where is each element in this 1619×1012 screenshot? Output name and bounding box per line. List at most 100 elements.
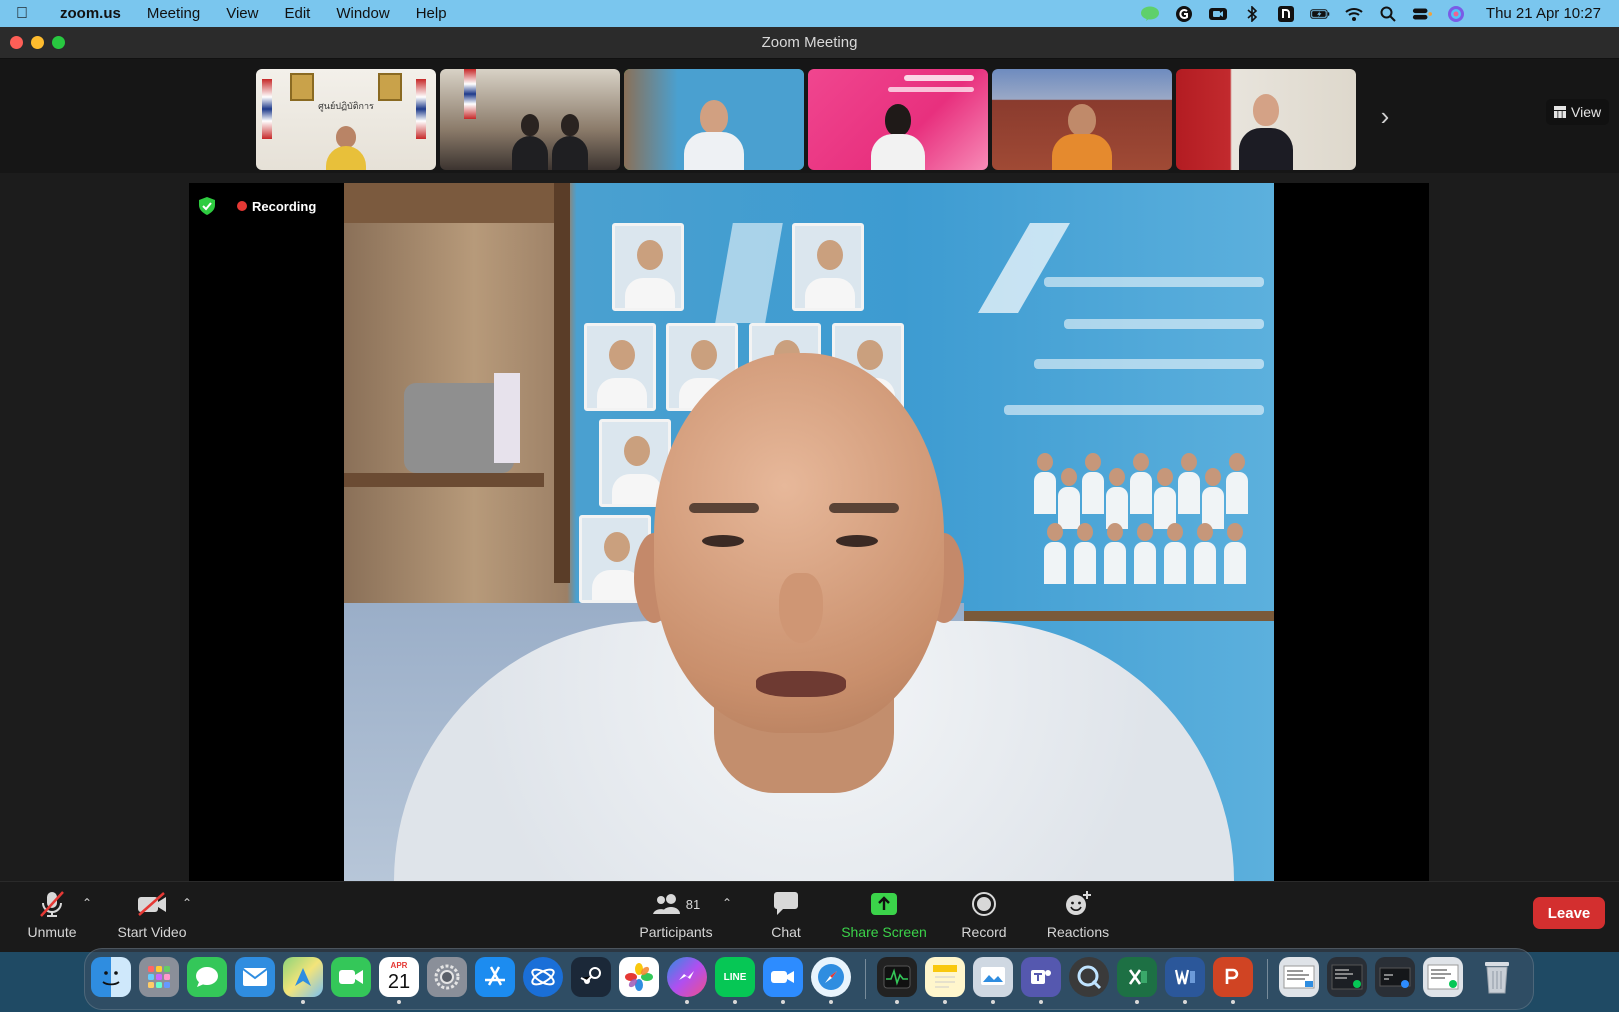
video-options-caret-icon[interactable]: ⌃: [182, 896, 192, 910]
dock-separator: [1267, 959, 1268, 999]
running-indicator: [781, 1000, 785, 1004]
steam-icon[interactable]: [571, 957, 611, 997]
zoom-app-icon[interactable]: [763, 957, 803, 997]
video-off-icon: [136, 888, 168, 920]
record-icon: [971, 888, 997, 920]
participant-thumbnail[interactable]: [1176, 69, 1356, 170]
menu-window[interactable]: Window: [323, 5, 402, 22]
line-status-icon[interactable]: [1140, 6, 1160, 22]
spotlight-search-icon[interactable]: [1378, 6, 1398, 22]
participants-options-caret-icon[interactable]: ⌃: [722, 896, 732, 910]
reactions-button[interactable]: Reactions: [1028, 888, 1128, 940]
portrait-frame-graphic: [378, 73, 402, 101]
participant-thumbnail[interactable]: [440, 69, 620, 170]
flag-graphic: [416, 79, 426, 139]
next-thumbnails-chevron-icon[interactable]: ›: [1375, 101, 1395, 132]
slide-text-graphic: [904, 75, 974, 81]
share-screen-label: Share Screen: [841, 924, 927, 940]
excel-icon[interactable]: [1117, 957, 1157, 997]
record-label: Record: [961, 924, 1007, 940]
bluetooth-icon[interactable]: [1242, 5, 1262, 22]
menubar-clock[interactable]: Thu 21 Apr 10:27: [1480, 5, 1601, 22]
audio-options-caret-icon[interactable]: ⌃: [82, 896, 92, 910]
maps-icon[interactable]: [283, 957, 323, 997]
window-title: Zoom Meeting: [761, 34, 858, 51]
share-screen-button[interactable]: Share Screen: [834, 888, 934, 940]
banner-logo-graphic: [978, 223, 1070, 313]
minimized-window-thumbnail[interactable]: [1327, 957, 1367, 997]
photos-icon[interactable]: [619, 957, 659, 997]
trash-icon[interactable]: [1477, 957, 1517, 997]
line-app-icon[interactable]: LINE: [715, 957, 755, 997]
launchpad-icon[interactable]: [139, 957, 179, 997]
participants-button[interactable]: 81 Participants: [626, 888, 726, 940]
chat-label: Chat: [771, 924, 801, 940]
participant-thumbnail[interactable]: [992, 69, 1172, 170]
chat-button[interactable]: Chat: [736, 888, 836, 940]
recording-label: Recording: [252, 198, 317, 214]
running-indicator: [685, 1000, 689, 1004]
siri-icon[interactable]: [1446, 5, 1466, 22]
minimized-window-thumbnail[interactable]: [1423, 957, 1463, 997]
calendar-icon[interactable]: APR 21: [379, 957, 419, 997]
camera-status-icon[interactable]: [1208, 6, 1228, 22]
control-center-icon[interactable]: [1412, 6, 1432, 22]
notion-icon[interactable]: [1276, 5, 1296, 22]
menu-app-name[interactable]: zoom.us: [44, 5, 134, 22]
running-indicator: [895, 1000, 899, 1004]
menu-view[interactable]: View: [213, 5, 271, 22]
activity-monitor-icon[interactable]: [877, 957, 917, 997]
window-titlebar: Zoom Meeting: [0, 27, 1619, 59]
finder-icon[interactable]: [91, 957, 131, 997]
record-button[interactable]: Record: [934, 888, 1034, 940]
wifi-icon[interactable]: [1344, 6, 1364, 22]
menu-edit[interactable]: Edit: [271, 5, 323, 22]
running-indicator: [733, 1000, 737, 1004]
grammarly-icon[interactable]: [1174, 5, 1194, 22]
powerpoint-icon[interactable]: [1213, 957, 1253, 997]
menu-meeting[interactable]: Meeting: [134, 5, 213, 22]
safari-icon[interactable]: [811, 957, 851, 997]
banner-text-graphic: [1044, 277, 1264, 287]
system-preferences-icon[interactable]: [427, 957, 467, 997]
speaker-video: [344, 183, 1274, 881]
participant-figure: [512, 114, 548, 170]
participant-thumbnail-active-speaker[interactable]: [624, 69, 804, 170]
minimize-window-button[interactable]: [31, 36, 44, 49]
presenter-figure: [384, 353, 1244, 881]
speaker-video-stage[interactable]: Recording: [189, 183, 1429, 881]
preview-icon[interactable]: [973, 957, 1013, 997]
calendar-month: APR: [390, 961, 408, 970]
encryption-shield-icon[interactable]: [199, 197, 215, 215]
minimized-window-thumbnail[interactable]: [1375, 957, 1415, 997]
menu-help[interactable]: Help: [403, 5, 460, 22]
participant-figure: [326, 126, 366, 170]
shelf-graphic: [344, 183, 569, 223]
dock-separator: [865, 959, 866, 999]
recording-indicator[interactable]: Recording: [229, 195, 325, 217]
leave-button[interactable]: Leave: [1533, 897, 1605, 929]
notes-icon[interactable]: [925, 957, 965, 997]
minimized-window-thumbnail[interactable]: [1279, 957, 1319, 997]
participant-figure: [871, 104, 925, 170]
apple-icon[interactable]: : [0, 5, 44, 23]
view-button[interactable]: View: [1546, 99, 1610, 125]
teams-icon[interactable]: [1021, 957, 1061, 997]
messages-icon[interactable]: [187, 957, 227, 997]
xcode-cloud-app-icon[interactable]: [523, 957, 563, 997]
participant-figure: [552, 114, 588, 170]
participant-thumbnail[interactable]: [808, 69, 988, 170]
grid-view-icon: [1554, 106, 1566, 118]
word-icon[interactable]: [1165, 957, 1205, 997]
running-indicator: [1039, 1000, 1043, 1004]
zoom-window-button[interactable]: [52, 36, 65, 49]
battery-icon[interactable]: [1310, 6, 1330, 22]
app-store-icon[interactable]: [475, 957, 515, 997]
messenger-icon[interactable]: [667, 957, 707, 997]
flag-graphic: [262, 79, 272, 139]
close-window-button[interactable]: [10, 36, 23, 49]
facetime-icon[interactable]: [331, 957, 371, 997]
mail-icon[interactable]: [235, 957, 275, 997]
participant-thumbnail[interactable]: ศูนย์ปฏิบัติการ: [256, 69, 436, 170]
quicktime-icon[interactable]: [1069, 957, 1109, 997]
